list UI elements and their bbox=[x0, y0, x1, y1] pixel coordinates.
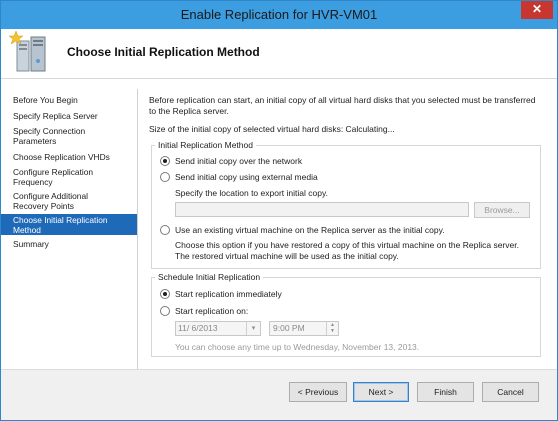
nav-item-connection-parameters[interactable]: Specify Connection Parameters bbox=[1, 126, 121, 146]
nav-item-replication-frequency[interactable]: Configure Replication Frequency bbox=[1, 167, 121, 187]
start-time-value: 9:00 PM bbox=[273, 323, 305, 333]
title-bar[interactable]: Enable Replication for HVR-VM01 ✕ bbox=[1, 1, 557, 29]
export-location-hint: Specify the location to export initial c… bbox=[175, 188, 328, 198]
page-title: Choose Initial Replication Method bbox=[67, 45, 260, 59]
start-immediately-label[interactable]: Start replication immediately bbox=[175, 289, 282, 299]
network-option-label[interactable]: Send initial copy over the network bbox=[175, 156, 302, 166]
nav-item-recovery-points[interactable]: Configure Additional Recovery Points bbox=[1, 191, 121, 211]
browse-button[interactable]: Browse... bbox=[474, 202, 530, 218]
start-on-radio[interactable] bbox=[160, 306, 170, 316]
existing-vm-option-label[interactable]: Use an existing virtual machine on the R… bbox=[175, 225, 445, 235]
window-title: Enable Replication for HVR-VM01 bbox=[180, 7, 378, 22]
method-group-title: Initial Replication Method bbox=[155, 140, 256, 150]
nav-item-before-you-begin[interactable]: Before You Begin bbox=[1, 95, 137, 105]
replication-server-icon bbox=[7, 30, 51, 77]
external-media-radio[interactable] bbox=[160, 172, 170, 182]
initial-copy-size: Size of the initial copy of selected vir… bbox=[149, 124, 395, 134]
finish-button[interactable]: Finish bbox=[417, 382, 474, 402]
start-on-label[interactable]: Start replication on: bbox=[175, 306, 248, 316]
network-radio[interactable] bbox=[160, 156, 170, 166]
start-time-picker[interactable]: 9:00 PM ▲ ▼ bbox=[269, 321, 339, 336]
nav-item-summary[interactable]: Summary bbox=[1, 239, 137, 249]
schedule-group-title: Schedule Initial Replication bbox=[155, 272, 264, 282]
schedule-hint: You can choose any time up to Wednesday,… bbox=[175, 342, 420, 352]
nav-item-initial-replication-method[interactable]: Choose Initial Replication Method bbox=[1, 214, 137, 235]
next-button[interactable]: Next > bbox=[353, 382, 409, 402]
existing-vm-radio[interactable] bbox=[160, 225, 170, 235]
start-date-value: 11/ 6/2013 bbox=[178, 323, 218, 333]
existing-vm-hint: Choose this option if you have restored … bbox=[175, 240, 519, 261]
wizard-window: Enable Replication for HVR-VM01 ✕ Choose… bbox=[0, 0, 558, 421]
export-path-input[interactable] bbox=[175, 202, 469, 217]
cancel-button[interactable]: Cancel bbox=[482, 382, 539, 402]
intro-text: Before replication can start, an initial… bbox=[149, 95, 536, 116]
close-icon: ✕ bbox=[531, 2, 543, 16]
time-spinner-icon[interactable]: ▲ ▼ bbox=[326, 322, 338, 335]
nav-divider bbox=[137, 89, 138, 369]
nav-item-replication-vhds[interactable]: Choose Replication VHDs bbox=[1, 152, 137, 162]
wizard-header: Choose Initial Replication Method bbox=[1, 29, 557, 79]
calendar-dropdown-icon[interactable]: ▾ bbox=[246, 322, 260, 335]
nav-item-specify-replica-server[interactable]: Specify Replica Server bbox=[1, 111, 137, 121]
start-date-picker[interactable]: 11/ 6/2013 ▾ bbox=[175, 321, 261, 336]
external-media-option-label[interactable]: Send initial copy using external media bbox=[175, 172, 318, 182]
start-immediately-radio[interactable] bbox=[160, 289, 170, 299]
close-button[interactable]: ✕ bbox=[521, 1, 553, 19]
previous-button[interactable]: < Previous bbox=[289, 382, 347, 402]
wizard-steps: Before You Begin Specify Replica Server … bbox=[1, 89, 137, 369]
